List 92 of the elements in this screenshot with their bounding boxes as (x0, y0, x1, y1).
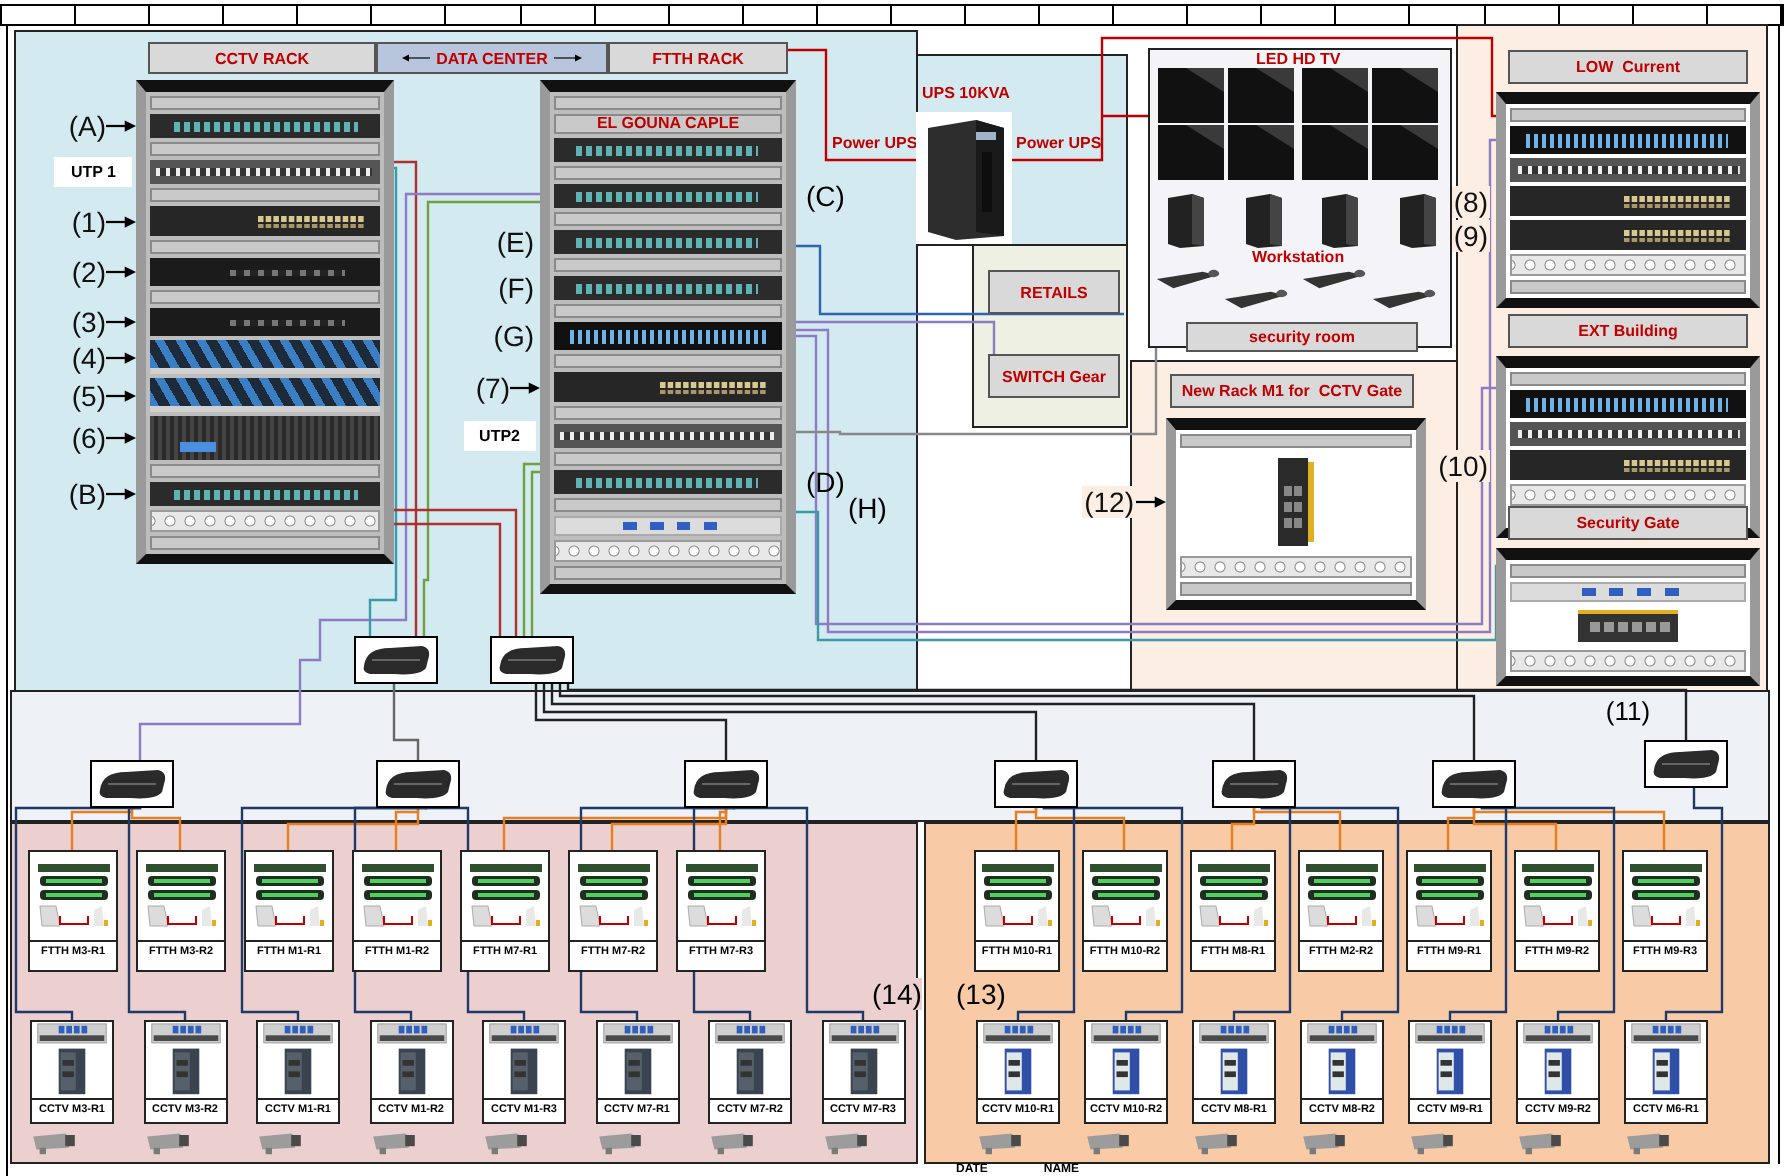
camera-icon (1408, 1130, 1456, 1156)
camera-icon (1192, 1130, 1240, 1156)
callout-label: (E) (496, 226, 534, 258)
callout-label: (6) (71, 422, 106, 454)
panel-tag: UTP 1 (54, 157, 132, 187)
retails-label: RETAILS (988, 270, 1120, 314)
cctv-switch-drawing (1412, 1022, 1488, 1098)
callout-label: (C) (806, 180, 845, 212)
camera-icon (595, 1130, 643, 1156)
splice-closure-icon (1212, 760, 1296, 808)
callout-label: (4) (71, 341, 106, 373)
room-caption: security room (1186, 322, 1418, 352)
computer-tower-icon (1164, 192, 1208, 248)
port-row-icon (1624, 457, 1734, 473)
camera-icon (30, 1130, 78, 1156)
callout-label: (10) (1436, 449, 1490, 481)
computer-tower-icon (1318, 192, 1363, 248)
splice-closure-icon (490, 636, 574, 684)
keyboard-icon (1300, 268, 1368, 290)
callout-label: (A) (68, 110, 106, 142)
rack-title: New Rack M1 for CCTV Gate (1170, 374, 1414, 408)
callout-label: (11) (1605, 696, 1651, 726)
cctv-switch-drawing (1520, 1022, 1596, 1098)
callout-label: (5) (71, 379, 106, 411)
power-label: Power UPS (1016, 134, 1102, 152)
switch-gear-label: SWITCH Gear (988, 354, 1120, 398)
splice-closure-icon (1644, 740, 1728, 788)
callout-label: (3) (71, 306, 106, 338)
callout-label: (H) (848, 492, 887, 524)
callout-label: (D) (806, 466, 845, 498)
panel-tag: UTP2 (463, 421, 536, 451)
rack-title: LOW Current (1508, 50, 1748, 84)
rack-title: Security Gate (1508, 506, 1748, 540)
camera-icon (1084, 1130, 1132, 1156)
camera-icon (1516, 1130, 1564, 1156)
camera-icon (976, 1130, 1024, 1156)
splice-closure-icon (1432, 760, 1516, 808)
ups-title: UPS 10KVA (922, 84, 1010, 102)
camera-icon (482, 1130, 530, 1156)
cctv-switch-drawing (373, 1022, 449, 1098)
cctv-switch-drawing (599, 1022, 675, 1098)
camera-icon (708, 1130, 756, 1156)
keyboard-icon (1154, 268, 1222, 290)
cctv-switch-drawing (1196, 1022, 1272, 1098)
zone-label: (13) (956, 978, 1006, 1010)
workstation-title: Workstation (1252, 248, 1345, 266)
network-switch-icon (1278, 458, 1314, 546)
splice-closure-icon (376, 760, 460, 808)
rack-title: CCTV RACK (148, 42, 376, 74)
network-switch-icon (1578, 610, 1678, 642)
zone-label: (14) (872, 978, 922, 1010)
arrow-icon (553, 52, 582, 64)
callout-label: (7) (475, 371, 510, 403)
cctv-switch-drawing (1628, 1022, 1704, 1098)
keyboard-icon (1370, 288, 1438, 310)
splice-closure-icon (354, 636, 438, 684)
cctv-switch-drawing (825, 1022, 901, 1098)
cctv-switch-drawing (712, 1022, 788, 1098)
cctv-switch-drawing (260, 1022, 336, 1098)
arrow-icon (402, 52, 431, 64)
keyboard-icon (1222, 288, 1290, 310)
callout-label: (F) (498, 272, 534, 304)
video-wall-title: LED HD TV (1256, 50, 1341, 68)
cctv-switch-drawing (147, 1022, 223, 1098)
camera-icon (143, 1130, 191, 1156)
port-row-icon (1624, 227, 1734, 243)
callout-label: (12) (1082, 486, 1136, 518)
cctv-switch-drawing (1088, 1022, 1164, 1098)
splice-closure-icon (684, 760, 768, 808)
rack-caption: EL GOUNA CAPLE (596, 116, 740, 132)
power-label: Power UPS (832, 134, 918, 152)
camera-icon (1624, 1130, 1672, 1156)
cctv-switch-drawing (34, 1022, 110, 1098)
port-row-icon (258, 213, 368, 229)
cctv-switch-drawing (1304, 1022, 1380, 1098)
splice-closure-icon (90, 760, 174, 808)
callout-label: (2) (71, 256, 106, 288)
port-row-icon (660, 379, 770, 395)
rack-title: EXT Building (1508, 314, 1748, 348)
splice-closure-icon (994, 760, 1078, 808)
camera-icon (821, 1130, 869, 1156)
callout-label: (1) (71, 205, 106, 237)
port-row-icon (1624, 193, 1734, 209)
cctv-switch-drawing (980, 1022, 1056, 1098)
camera-icon (256, 1130, 304, 1156)
camera-icon (369, 1130, 417, 1156)
callout-label: (B) (68, 478, 106, 510)
callout-label: (G) (493, 320, 534, 352)
cctv-switch-drawing (486, 1022, 562, 1098)
rack-title: FTTH RACK (608, 42, 788, 74)
banner-title: DATA CENTER (436, 49, 548, 67)
camera-icon (1300, 1130, 1348, 1156)
